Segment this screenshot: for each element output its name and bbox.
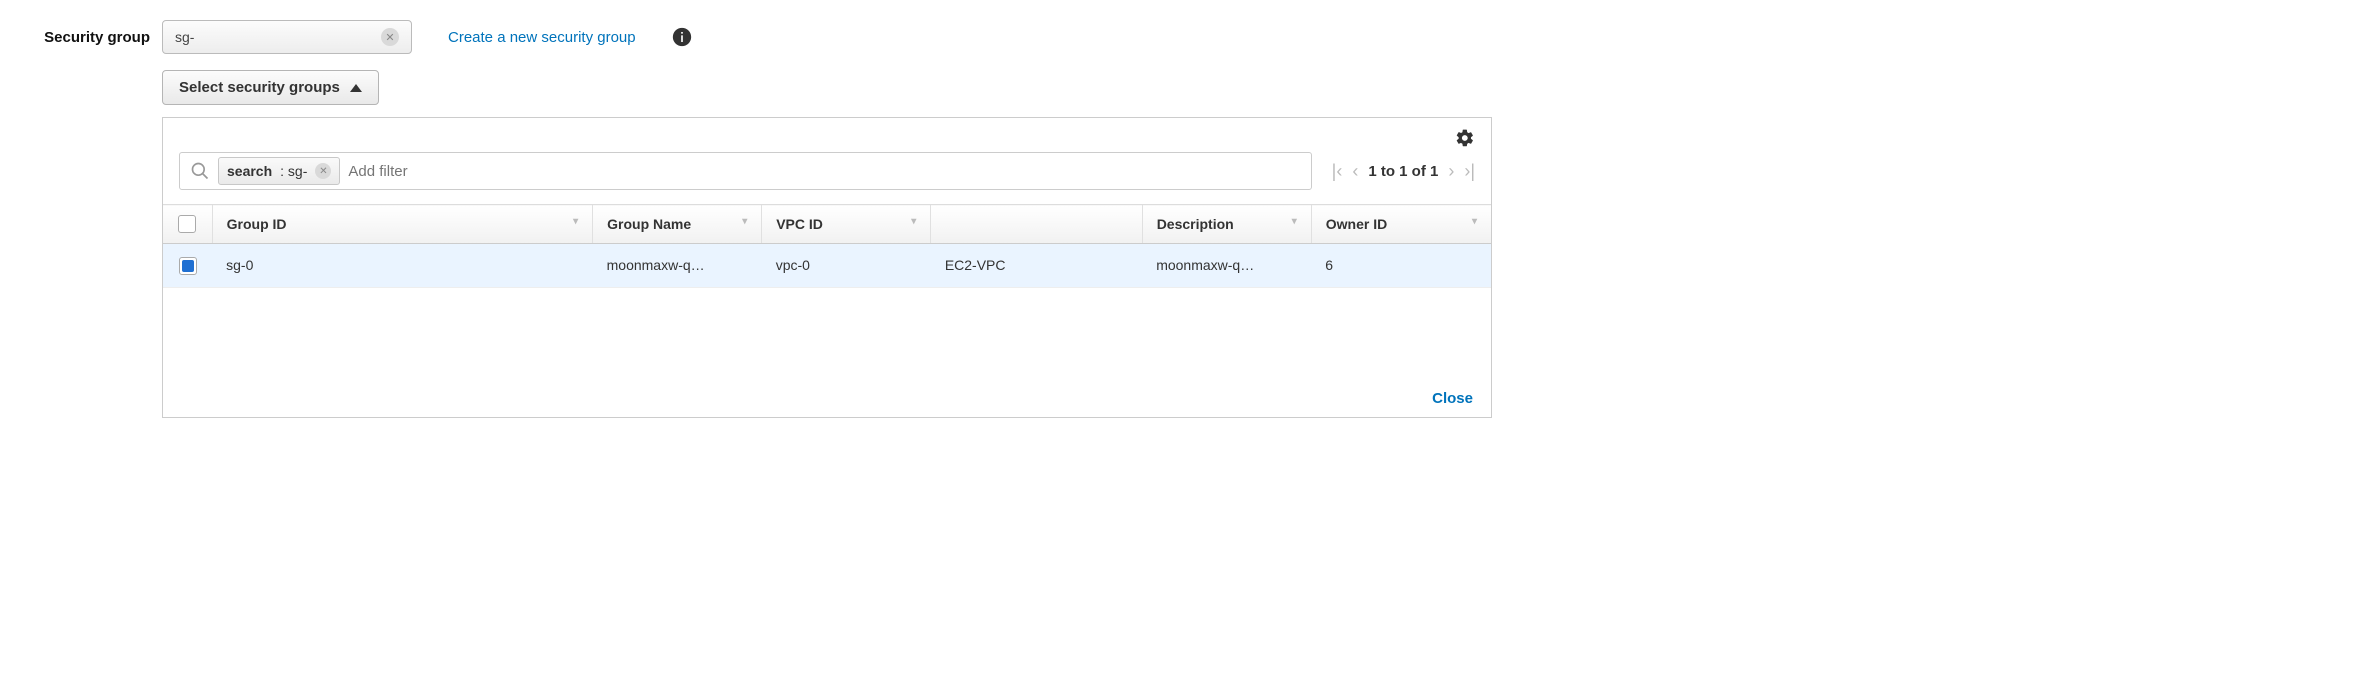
- row-checkbox[interactable]: [179, 257, 197, 275]
- clear-selected-tag-icon[interactable]: ✕: [381, 28, 399, 46]
- filter-tag-key: search: [227, 163, 272, 179]
- cell-group-id: sg-0: [212, 244, 592, 287]
- cell-owner-id: 6: [1311, 244, 1491, 287]
- table-row[interactable]: sg-0 moonmaxw-q… vpc-0 EC2-VPC moonmaxw-…: [163, 244, 1491, 287]
- dropdown-label: Select security groups: [179, 79, 340, 96]
- pager-last-icon[interactable]: ›|: [1464, 161, 1475, 182]
- sort-icon: ▾: [742, 216, 747, 227]
- security-groups-table: Group ID ▾ Group Name ▾ VPC ID ▾: [163, 204, 1491, 288]
- security-groups-panel: search : sg- ✕ |‹ ‹ 1 to 1 of 1 › ›| Gr: [162, 117, 1492, 418]
- column-label: Description: [1157, 216, 1234, 232]
- select-security-groups-dropdown[interactable]: Select security groups: [162, 70, 379, 105]
- pager-next-icon[interactable]: ›: [1448, 161, 1454, 182]
- column-label: Group ID: [227, 216, 287, 232]
- sort-icon: ▾: [573, 216, 578, 227]
- cell-description: moonmaxw-q…: [1142, 244, 1311, 287]
- column-header-owner-id[interactable]: Owner ID ▾: [1311, 205, 1491, 244]
- select-all-checkbox[interactable]: [178, 215, 196, 233]
- column-label: Owner ID: [1326, 216, 1387, 232]
- search-icon: [190, 161, 210, 181]
- column-header-group-id[interactable]: Group ID ▾: [212, 205, 592, 244]
- info-icon[interactable]: [672, 27, 692, 47]
- pager-prev-icon[interactable]: ‹: [1352, 161, 1358, 182]
- pager: |‹ ‹ 1 to 1 of 1 › ›|: [1332, 161, 1475, 182]
- filter-tag[interactable]: search : sg- ✕: [218, 157, 340, 185]
- gear-icon[interactable]: [1455, 128, 1475, 148]
- cell-vpc-id: vpc-0: [762, 244, 931, 287]
- column-label: VPC ID: [776, 216, 823, 232]
- selected-security-group-tag[interactable]: sg- ✕: [162, 20, 412, 54]
- filter-tag-value: : sg-: [280, 163, 307, 179]
- selected-security-group-text: sg-: [175, 29, 381, 45]
- pager-first-icon[interactable]: |‹: [1332, 161, 1343, 182]
- column-header-blank[interactable]: [931, 205, 1142, 244]
- search-box[interactable]: search : sg- ✕: [179, 152, 1312, 190]
- add-filter-input[interactable]: [348, 163, 1304, 180]
- cell-extra: EC2-VPC: [931, 244, 1142, 287]
- column-header-description[interactable]: Description ▾: [1142, 205, 1311, 244]
- pager-range-label: 1 to 1 of 1: [1368, 163, 1438, 180]
- clear-filter-tag-icon[interactable]: ✕: [315, 163, 331, 179]
- column-header-group-name[interactable]: Group Name ▾: [593, 205, 762, 244]
- column-header-vpc-id[interactable]: VPC ID ▾: [762, 205, 931, 244]
- column-label: Group Name: [607, 216, 691, 232]
- cell-group-name: moonmaxw-q…: [593, 244, 762, 287]
- sort-icon: ▾: [1292, 216, 1297, 227]
- sort-icon: ▾: [911, 216, 916, 227]
- column-header-checkbox[interactable]: [163, 205, 212, 244]
- sort-icon: ▾: [1472, 216, 1477, 227]
- close-button[interactable]: Close: [1432, 390, 1473, 407]
- chevron-up-icon: [350, 84, 362, 92]
- security-group-label: Security group: [20, 29, 150, 46]
- create-security-group-link[interactable]: Create a new security group: [448, 29, 636, 46]
